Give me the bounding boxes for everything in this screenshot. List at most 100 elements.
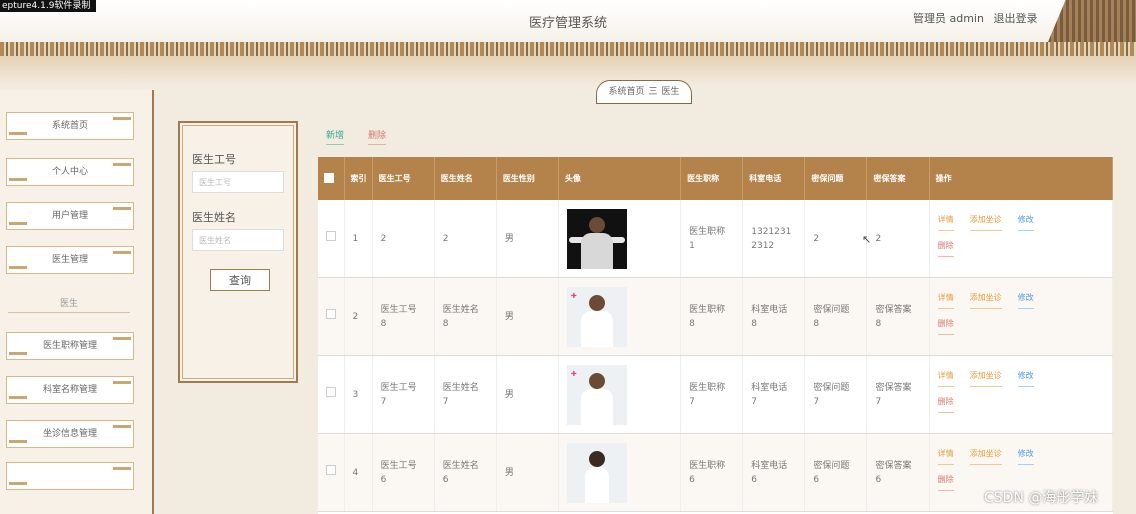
search-panel: 医生工号 医生姓名 查询 (178, 121, 298, 383)
edit-button[interactable]: 修改 (1017, 213, 1034, 231)
delete-button[interactable]: 删除 (937, 317, 954, 335)
header-doctor-title: 医生职称 (680, 157, 744, 200)
cell-avatar (558, 200, 682, 278)
cell-operations: 详情 添加坐诊 修改删除 (929, 200, 1113, 278)
photo-body (580, 388, 613, 425)
edit-button[interactable]: 修改 (1017, 369, 1034, 387)
row-checkbox[interactable] (326, 309, 336, 319)
cell-phone: 1321231 2312 (742, 200, 806, 278)
breadcrumb-home[interactable]: 系统首页 (608, 87, 644, 97)
row-checkbox-cell[interactable] (318, 355, 345, 434)
select-all-checkbox[interactable] (324, 172, 334, 183)
cell-title: 医生职称 7 (680, 355, 744, 434)
add-button[interactable]: 新增 (326, 128, 344, 145)
photo-logo-icon: ✚ (570, 369, 577, 378)
header-select-all[interactable] (318, 157, 345, 200)
doctor-name-input[interactable] (192, 229, 284, 251)
sidebar: 系统首页 个人中心 用户管理 医生管理 医生 医生职称管理 科室名称管理 坐诊信… (0, 90, 154, 514)
cell-answer: 密保答案 6 (866, 433, 930, 512)
photo-head (588, 450, 605, 467)
delete-button[interactable]: 删除 (937, 473, 954, 491)
top-bar: epture4.1.9软件录制 医疗管理系统 管理员 admin 退出登录 (0, 0, 1136, 43)
row-checkbox[interactable] (326, 231, 336, 241)
cell-doctor-id: 医生工号 7 (372, 355, 435, 434)
cell-doctor-name: 医生姓名 7 (434, 355, 497, 434)
sidebar-group-doctor: 医生 (59, 299, 78, 309)
detail-button[interactable]: 详情 (937, 369, 954, 387)
header-avatar: 头像 (558, 157, 682, 200)
doctor-table: 索引 医生工号 医生姓名 医生性别 头像 医生职称 科室电话 密保问题 密保答案… (318, 157, 1113, 514)
doctor-id-input[interactable] (192, 171, 284, 193)
header-question: 密保问题 (804, 157, 868, 200)
photo-logo-icon: ✚ (570, 291, 577, 300)
add-visit-button[interactable]: 添加坐诊 (969, 369, 1002, 387)
sidebar-item-department-management[interactable]: 科室名称管理 (6, 376, 134, 404)
row-checkbox[interactable] (326, 465, 336, 475)
logout-link[interactable]: 退出登录 (993, 12, 1037, 25)
sidebar-item-user-management[interactable]: 用户管理 (6, 202, 134, 230)
doctor-name-label: 医生姓名 (192, 211, 236, 224)
cell-doctor-name: 医生姓名 8 (434, 277, 497, 356)
detail-button[interactable]: 详情 (937, 213, 954, 231)
breadcrumb: 系统首页三医生 (596, 80, 692, 104)
detail-button[interactable]: 详情 (937, 447, 954, 465)
cell-avatar: ✚ (558, 277, 682, 356)
cell-title: 医生职称 6 (680, 433, 744, 512)
sidebar-item-visit-management[interactable]: 坐诊信息管理 (6, 420, 134, 448)
photo-body (580, 310, 613, 347)
edit-button[interactable]: 修改 (1017, 291, 1034, 309)
delete-button[interactable]: 删除 (937, 239, 954, 257)
header-phone: 科室电话 (742, 157, 806, 200)
cell-index: 3 (344, 355, 373, 434)
cell-title: 医生职称 1 (680, 200, 744, 278)
cell-index: 1 (344, 200, 373, 278)
batch-delete-button[interactable]: 删除 (368, 128, 386, 145)
row-checkbox[interactable] (326, 387, 336, 397)
doctor-photo (566, 442, 627, 503)
sidebar-item-personal-center[interactable]: 个人中心 (6, 158, 134, 186)
recorder-label: epture4.1.9软件录制 (0, 0, 97, 12)
header-doctor-id: 医生工号 (372, 157, 435, 200)
cell-sex: 男 (496, 433, 559, 512)
cell-question: 密保问题 7 (804, 355, 868, 434)
doctor-photo: ✚ (566, 364, 627, 425)
decorative-border (0, 42, 1136, 56)
photo-head (588, 216, 605, 233)
photo-head (588, 372, 605, 389)
sidebar-item-more[interactable] (6, 462, 134, 490)
header-operations: 操作 (929, 157, 1113, 200)
cell-avatar (558, 433, 682, 512)
background-wash (0, 56, 1136, 86)
cell-doctor-id: 医生工号 6 (372, 433, 435, 512)
add-visit-button[interactable]: 添加坐诊 (969, 291, 1002, 309)
cell-phone: 科室电话 8 (742, 277, 806, 356)
sidebar-item-home[interactable]: 系统首页 (6, 112, 134, 140)
cell-title: 医生职称 8 (680, 277, 744, 356)
mouse-cursor-icon: ↖ (862, 233, 872, 246)
edit-button[interactable]: 修改 (1017, 447, 1034, 465)
cell-doctor-id: 2 (372, 200, 435, 278)
row-checkbox-cell[interactable] (318, 433, 345, 512)
doctor-id-label: 医生工号 (192, 153, 236, 166)
cell-question: 密保问题 8 (804, 277, 868, 356)
watermark: CSDN @海彤学妹 (984, 490, 1099, 506)
sidebar-item-doctor-management[interactable]: 医生管理 (6, 246, 134, 274)
row-checkbox-cell[interactable] (318, 277, 345, 356)
doctor-photo: ✚ (566, 286, 627, 347)
sidebar-item-title-management[interactable]: 医生职称管理 (6, 332, 134, 360)
cell-operations: 详情 添加坐诊 修改删除 (929, 277, 1113, 356)
add-visit-button[interactable]: 添加坐诊 (969, 213, 1002, 231)
header-index: 索引 (344, 157, 373, 200)
header-answer: 密保答案 (866, 157, 930, 200)
cell-answer: 2 (866, 200, 930, 278)
photo-body (584, 466, 609, 503)
photo-head (588, 294, 605, 311)
cell-index: 2 (344, 277, 373, 356)
delete-button[interactable]: 删除 (937, 395, 954, 413)
query-button[interactable]: 查询 (210, 269, 270, 291)
detail-button[interactable]: 详情 (937, 291, 954, 309)
table-header-row: 索引 医生工号 医生姓名 医生性别 头像 医生职称 科室电话 密保问题 密保答案… (318, 157, 1113, 200)
cell-question: 2 (804, 200, 868, 278)
add-visit-button[interactable]: 添加坐诊 (969, 447, 1002, 465)
row-checkbox-cell[interactable] (318, 200, 345, 278)
